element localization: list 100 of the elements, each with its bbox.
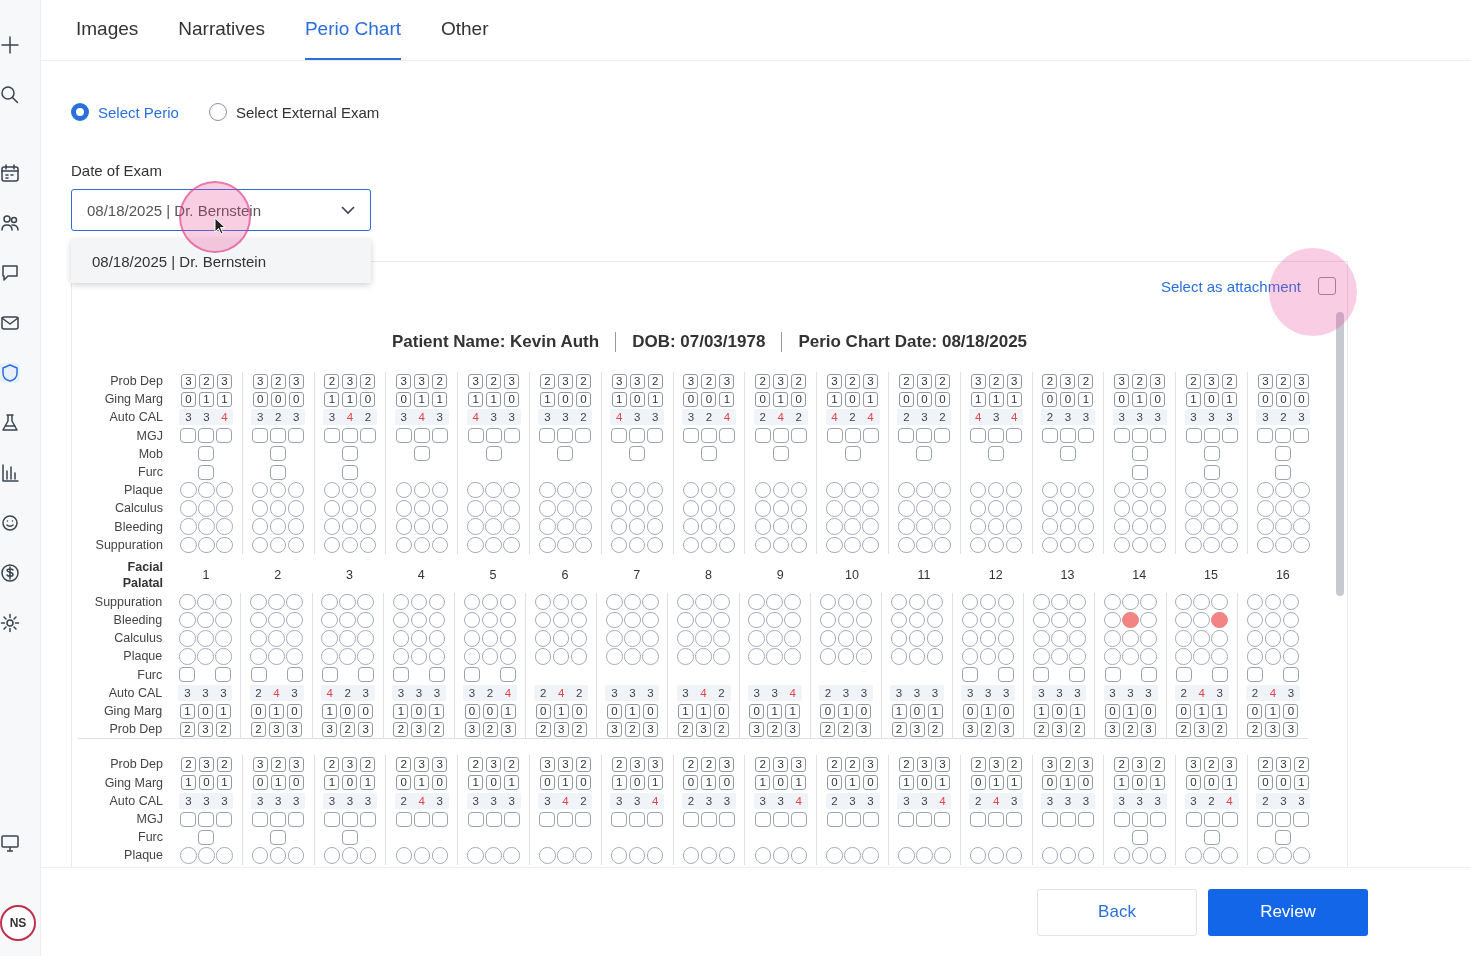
probing-depth-field[interactable]: 3 [611,373,627,389]
gingival-margin-field[interactable]: 0 [962,703,978,719]
mobility-field[interactable] [413,446,430,462]
probing-depth-field[interactable]: 2 [216,756,232,772]
gingival-margin-field[interactable]: 0 [909,703,925,719]
gingival-margin-field[interactable]: 1 [1222,391,1238,407]
gingival-margin-field[interactable]: 1 [486,391,502,407]
gingival-margin-field[interactable]: 0 [970,775,986,791]
probing-depth-field[interactable]: 3 [642,721,658,737]
gingival-margin-field[interactable]: 1 [215,703,231,719]
mgj-field[interactable] [862,811,879,827]
gingival-margin-field[interactable]: 0 [1204,775,1220,791]
gingival-margin-field[interactable]: 0 [916,391,932,407]
gingival-margin-field[interactable]: 0 [252,391,268,407]
mgj-field[interactable] [844,428,861,444]
gingival-margin-field[interactable]: 1 [773,391,789,407]
probing-depth-field[interactable]: 3 [970,373,986,389]
gingival-margin-field[interactable]: 1 [1006,391,1022,407]
probing-depth-field[interactable]: 2 [755,756,771,772]
gingival-margin-field[interactable]: 1 [678,703,694,719]
mgj-field[interactable] [180,428,197,444]
mgj-field[interactable] [198,428,215,444]
gingival-margin-field[interactable]: 1 [988,775,1004,791]
gingival-margin-field[interactable]: 0 [180,391,196,407]
probing-depth-field[interactable]: 2 [820,721,836,737]
gingival-margin-field[interactable]: 0 [1141,703,1157,719]
probing-depth-field[interactable]: 3 [500,721,516,737]
mgj-field[interactable] [324,428,340,444]
gingival-margin-field[interactable]: 1 [696,703,712,719]
probing-depth-field[interactable]: 3 [1105,721,1121,737]
gingival-margin-field[interactable]: 1 [468,775,484,791]
probing-depth-field[interactable]: 2 [215,721,231,737]
probing-depth-field[interactable]: 2 [988,373,1004,389]
probing-depth-field[interactable]: 2 [1150,756,1166,772]
gingival-margin-field[interactable]: 1 [179,703,195,719]
furcation-field[interactable] [270,464,287,480]
furcation-field[interactable] [179,667,196,683]
probing-depth-field[interactable]: 3 [962,721,978,737]
mgj-field[interactable] [718,428,735,444]
gingival-margin-field[interactable]: 1 [1150,775,1166,791]
mgj-field[interactable] [1006,428,1023,444]
gingival-margin-field[interactable]: 1 [898,775,914,791]
mgj-field[interactable] [431,428,448,444]
gingival-margin-field[interactable]: 1 [701,775,717,791]
furcation-field[interactable] [1104,667,1121,683]
furcation-field[interactable] [1033,667,1050,683]
furcation-field[interactable] [321,667,338,683]
gingival-margin-field[interactable]: 1 [322,703,338,719]
probing-depth-field[interactable]: 3 [827,373,843,389]
mgj-field[interactable] [1041,811,1058,827]
furcation-field[interactable] [250,667,267,683]
gingival-margin-field[interactable]: 1 [1069,703,1085,719]
monitor-icon[interactable] [0,833,20,853]
gingival-margin-field[interactable]: 0 [270,391,286,407]
gingival-margin-field[interactable]: 1 [500,703,516,719]
gingival-margin-field[interactable]: 0 [629,775,645,791]
gingival-margin-field[interactable]: 1 [1186,391,1202,407]
probing-depth-field[interactable]: 2 [898,373,914,389]
mobility-field[interactable] [1059,446,1076,462]
probing-depth-field[interactable]: 3 [629,373,645,389]
gingival-margin-field[interactable]: 0 [557,391,573,407]
probing-depth-field[interactable]: 3 [1204,373,1220,389]
probing-depth-field[interactable]: 2 [575,756,591,772]
probing-depth-field[interactable]: 2 [1212,721,1228,737]
tab[interactable]: Perio Chart [304,0,401,60]
gingival-margin-field[interactable]: 0 [1051,703,1067,719]
probing-depth-field[interactable]: 3 [1150,373,1166,389]
probing-depth-field[interactable]: 2 [1078,373,1094,389]
mgj-field[interactable] [754,428,771,444]
mobility-field[interactable] [342,446,358,462]
mgj-field[interactable] [844,811,861,827]
furcation-field[interactable] [286,667,303,683]
gingival-margin-field[interactable]: 1 [1114,775,1130,791]
gingival-margin-field[interactable]: 0 [1114,391,1130,407]
probing-depth-field[interactable]: 2 [1204,756,1220,772]
gingival-margin-field[interactable]: 0 [1176,703,1192,719]
furcation-field[interactable] [198,829,215,845]
probing-depth-field[interactable]: 2 [571,721,587,737]
probing-depth-field[interactable]: 2 [1033,721,1049,737]
furcation-field[interactable] [1211,667,1228,683]
probing-depth-field[interactable]: 3 [216,373,232,389]
gingival-margin-field[interactable]: 0 [845,391,861,407]
gingival-margin-field[interactable]: 1 [980,703,996,719]
probing-depth-field[interactable]: 2 [678,721,694,737]
probing-depth-field[interactable]: 2 [179,721,195,737]
probing-depth-field[interactable]: 2 [504,756,520,772]
tab[interactable]: Other [441,0,489,60]
gingival-margin-field[interactable]: 0 [486,775,502,791]
gingival-margin-field[interactable]: 0 [1204,391,1220,407]
gingival-margin-field[interactable]: 1 [1265,703,1281,719]
mgj-field[interactable] [431,811,448,827]
gingival-margin-field[interactable]: 1 [1078,391,1094,407]
probing-depth-field[interactable]: 2 [1275,373,1291,389]
bar-chart-icon[interactable] [0,463,20,483]
probing-depth-field[interactable]: 3 [414,756,430,772]
gingival-margin-field[interactable]: 1 [553,703,569,719]
gingival-margin-field[interactable]: 0 [1293,391,1309,407]
gingival-margin-field[interactable]: 1 [845,775,861,791]
gingival-margin-field[interactable]: 0 [539,775,555,791]
mgj-field[interactable] [611,428,628,444]
